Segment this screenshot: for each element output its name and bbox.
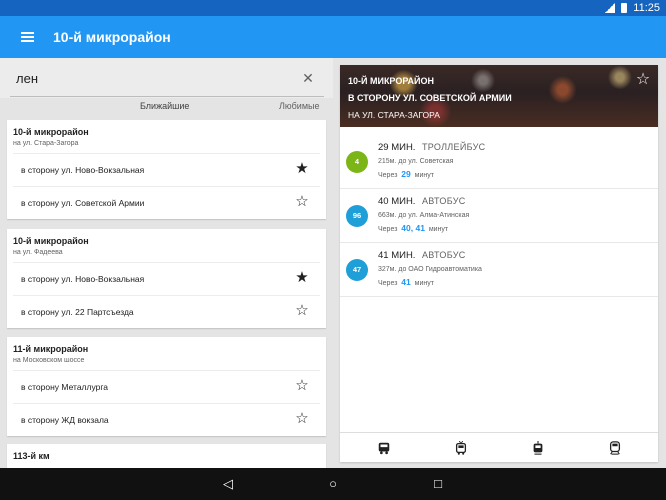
stop-hero-image: 10-Й МИКРОРАЙОН В СТОРОНУ УЛ. СОВЕТСКОЙ … [340,65,658,127]
search-underline [10,96,324,97]
arrival-through: Через 40, 41 минут [378,223,448,233]
arrival-time: 29 МИН. [378,142,416,153]
tab-favorites[interactable]: Любимые [279,101,320,111]
bus-icon[interactable] [377,441,391,455]
stop-card: 10-й микрорайон на ул. Фадеева в сторону… [7,229,326,328]
star-outline-icon[interactable]: ☆ [294,378,310,394]
direction-row[interactable]: в сторону ул. Советской Армии ☆ [13,186,320,219]
direction-row[interactable]: в сторону ЖД вокзала ☆ [13,403,320,436]
stop-name: 10-й микрорайон [13,236,89,246]
stop-card: 10-й микрорайон на ул. Стара-Загора в ст… [7,120,326,219]
route-badge: 47 [346,259,368,281]
app-bar: 10-й микрорайон [0,16,666,58]
stop-street: на Московском шоссе [13,357,85,364]
signal-icon [605,3,616,13]
stop-header[interactable]: 11-й микрорайон на Московском шоссе [7,337,326,370]
vehicle-type: ТРОЛЛЕЙБУС [422,142,486,152]
star-outline-icon[interactable]: ☆ [634,71,652,89]
route-badge: 4 [346,151,368,173]
tab-nearby[interactable]: Ближайшие [140,101,189,111]
star-outline-icon[interactable]: ☆ [294,411,310,427]
menu-icon[interactable] [21,32,34,42]
arrival-minutes: 40, 41 [401,223,425,233]
direction-row[interactable]: в сторону ул. Ново-Вокзальная ★ [13,153,320,186]
stop-name: 11-й микрорайон [13,344,89,354]
arrival-distance: 215м. до ул. Советская [378,158,454,165]
direction-label: в сторону ул. Советской Армии [21,198,145,208]
search-bar: лен ✕ [0,58,333,98]
search-input[interactable]: лен [16,71,38,86]
transport-filter-bar [340,432,658,462]
arrival-row[interactable]: 96 40 МИН. АВТОБУС 663м. до ул. Алма-Ати… [340,189,658,243]
app-title: 10-й микрорайон [53,29,171,45]
stop-header[interactable]: 10-й микрорайон на ул. Фадеева [7,229,326,262]
arrival-through: Через 41 минут [378,277,434,287]
stop-detail-panel: 10-Й МИКРОРАЙОН В СТОРОНУ УЛ. СОВЕТСКОЙ … [340,65,658,462]
direction-label: в сторону ул. Ново-Вокзальная [21,274,145,284]
detail-stop-title: 10-Й МИКРОРАЙОН [348,76,435,86]
status-time: 11:25 [633,2,660,14]
through-label: Через [378,226,398,233]
direction-label: в сторону Металлурга [21,382,109,392]
star-outline-icon[interactable]: ☆ [294,194,310,210]
minutes-unit: минут [414,172,434,179]
direction-row[interactable]: в сторону ул. Ново-Вокзальная ★ [13,262,320,295]
minutes-unit: минут [414,280,434,287]
stop-name: 113-й км [13,451,50,461]
direction-label: в сторону ул. 22 Партсъезда [21,307,134,317]
home-icon[interactable]: ○ [325,476,341,492]
arrival-row[interactable]: 47 41 МИН. АВТОБУС 327м. до ОАО Гидроавт… [340,243,658,297]
stop-name: 10-й микрорайон [13,127,89,137]
star-outline-icon[interactable]: ☆ [294,303,310,319]
arrival-distance: 663м. до ул. Алма-Атинская [378,212,470,219]
arrival-through: Через 29 минут [378,169,434,179]
stops-panel: лен ✕ Ближайшие Любимые 10-й микрорайон … [0,58,333,468]
through-label: Через [378,280,398,287]
stop-header[interactable]: 113-й км [7,444,326,468]
star-filled-icon[interactable]: ★ [294,161,310,177]
trolleybus-icon[interactable] [454,441,468,455]
arrival-minutes: 41 [401,277,411,287]
detail-street: НА УЛ. СТАРА-ЗАГОРА [348,110,440,120]
battery-icon [621,3,628,13]
direction-row[interactable]: в сторону Металлурга ☆ [13,370,320,403]
system-navigation-bar: ◁ ○ □ [0,468,666,500]
route-badge: 96 [346,205,368,227]
stop-street: на ул. Стара-Загора [13,140,79,147]
vehicle-type: АВТОБУС [422,250,466,260]
arrival-distance: 327м. до ОАО Гидроавтоматика [378,266,482,273]
tab-bar: Ближайшие Любимые [0,98,333,118]
detail-direction: В СТОРОНУ УЛ. СОВЕТСКОЙ АРМИИ [348,93,512,103]
direction-row[interactable]: в сторону ул. 22 Партсъезда ☆ [13,295,320,328]
arrival-time: 40 МИН. [378,196,416,207]
train-icon[interactable] [608,441,622,455]
recents-icon[interactable]: □ [430,476,446,492]
stop-header[interactable]: 10-й микрорайон на ул. Стара-Загора [7,120,326,153]
direction-label: в сторону ул. Ново-Вокзальная [21,165,145,175]
minutes-unit: минут [428,226,449,233]
arrival-time: 41 МИН. [378,250,416,261]
direction-label: в сторону ЖД вокзала [21,415,109,425]
star-filled-icon[interactable]: ★ [294,270,310,286]
stop-card: 11-й микрорайон на Московском шоссе в ст… [7,337,326,436]
close-icon[interactable]: ✕ [300,70,316,86]
stop-card: 113-й км [7,444,326,468]
stop-street: на ул. Фадеева [13,249,63,256]
status-bar: 11:25 [0,0,666,16]
back-icon[interactable]: ◁ [220,476,236,492]
tram-icon[interactable] [531,441,545,455]
arrival-row[interactable]: 4 29 МИН. ТРОЛЛЕЙБУС 215м. до ул. Советс… [340,135,658,189]
arrival-minutes: 29 [401,169,411,179]
vehicle-type: АВТОБУС [422,196,466,206]
through-label: Через [378,172,398,179]
